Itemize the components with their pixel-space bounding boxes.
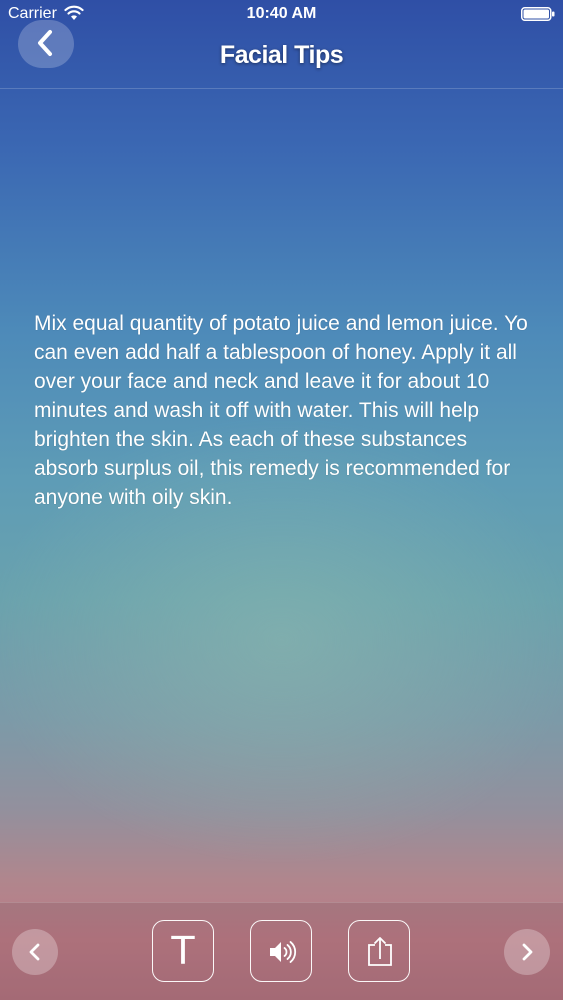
share-button[interactable] [348, 920, 410, 982]
battery-full-icon [521, 7, 555, 21]
navigation-bar: Facial Tips [0, 20, 563, 89]
bottom-toolbar: T [0, 902, 563, 1000]
text-size-button[interactable]: T [152, 920, 214, 982]
previous-tip-button[interactable] [12, 929, 58, 975]
speaker-icon [270, 941, 297, 963]
share-icon [368, 937, 392, 966]
tip-text: Mix equal quantity of potato juice and l… [34, 312, 528, 509]
chevron-left-icon [29, 943, 40, 961]
page-title: Facial Tips [219, 41, 344, 69]
chevron-right-icon [522, 943, 533, 961]
text-size-icon: T [171, 929, 195, 973]
next-tip-button[interactable] [504, 929, 550, 975]
speak-button[interactable] [250, 920, 312, 982]
